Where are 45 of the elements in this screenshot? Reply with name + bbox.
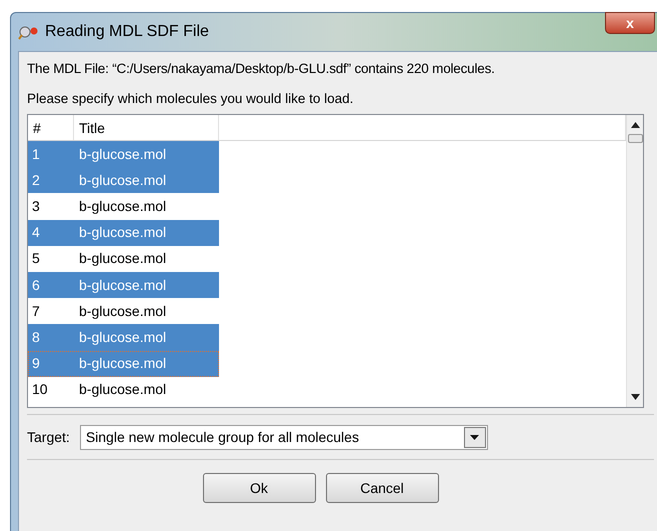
dialog-button[interactable]: Cancel: [326, 473, 438, 503]
table-cell-text: 5: [31, 249, 41, 268]
table-cell-text: b-glucose.mol: [78, 249, 166, 268]
table-cell-text: b-glucose.mol: [78, 354, 166, 374]
column-header[interactable]: Title: [74, 115, 219, 140]
table-cell-text: 10: [31, 380, 49, 400]
table-cell-text: b-glucose.mol: [78, 170, 166, 190]
window-title: Reading MDL SDF File: [45, 22, 209, 42]
table-cell-text: b-glucose.mol: [78, 302, 166, 321]
table-row[interactable]: 7 b-glucose.mol: [28, 298, 219, 324]
scrollbar[interactable]: [626, 115, 643, 407]
info-text: The MDL File: “C:/Users/nakayama/Desktop/b-GLU.sdf” contains 220 molecules.: [27, 60, 496, 78]
table-cell-text: b-glucose.mol: [78, 276, 166, 295]
table-row[interactable]: 6 b-glucose.mol: [28, 272, 219, 298]
table-row[interactable]: 1 b-glucose.mol: [28, 141, 219, 168]
close-button[interactable]: x: [605, 12, 655, 34]
target-label: Target:: [27, 428, 70, 447]
down-arrow-icon[interactable]: [630, 394, 640, 400]
table-cell-text: b-glucose.mol: [78, 328, 166, 347]
up-arrow-icon[interactable]: [630, 122, 640, 128]
table-cell-text: 9: [31, 354, 41, 374]
dropdown-arrow-icon[interactable]: [470, 435, 480, 440]
table-row[interactable]: 2 b-glucose.mol: [28, 167, 219, 194]
table-cell-text: 3: [31, 196, 41, 216]
target-dropdown[interactable]: Single new molecule group for all molecules: [80, 425, 488, 450]
table-cell-text: 8: [31, 328, 41, 347]
prompt-text: Please specify which molecules you would like to load.: [27, 90, 354, 108]
table-row[interactable]: 9 b-glucose.mol: [28, 350, 219, 377]
dialog-button[interactable]: Ok: [202, 473, 316, 503]
table-cell-text: 1: [31, 144, 41, 164]
table-row[interactable]: 4 b-glucose.mol: [28, 220, 219, 246]
table-row[interactable]: 3 b-glucose.mol: [28, 193, 219, 220]
table-cell-text: b-glucose.mol: [78, 144, 166, 164]
table-cell-text: b-glucose.mol: [78, 196, 166, 216]
table-row[interactable]: 10 b-glucose.mol: [28, 376, 219, 403]
table-cell-text: b-glucose.mol: [78, 223, 166, 242]
table-cell-text: 7: [31, 302, 41, 321]
table-row[interactable]: 8 b-glucose.mol: [28, 324, 219, 350]
table-cell-text: 6: [31, 276, 41, 295]
table-cell-text: b-glucose.mol: [78, 380, 166, 400]
table-cell-text: 4: [31, 223, 41, 242]
column-header[interactable]: #: [28, 115, 74, 140]
table-cell-text: 2: [31, 170, 41, 190]
scrollbar-thumb[interactable]: [628, 134, 642, 143]
table-row[interactable]: 5 b-glucose.mol: [28, 246, 219, 272]
